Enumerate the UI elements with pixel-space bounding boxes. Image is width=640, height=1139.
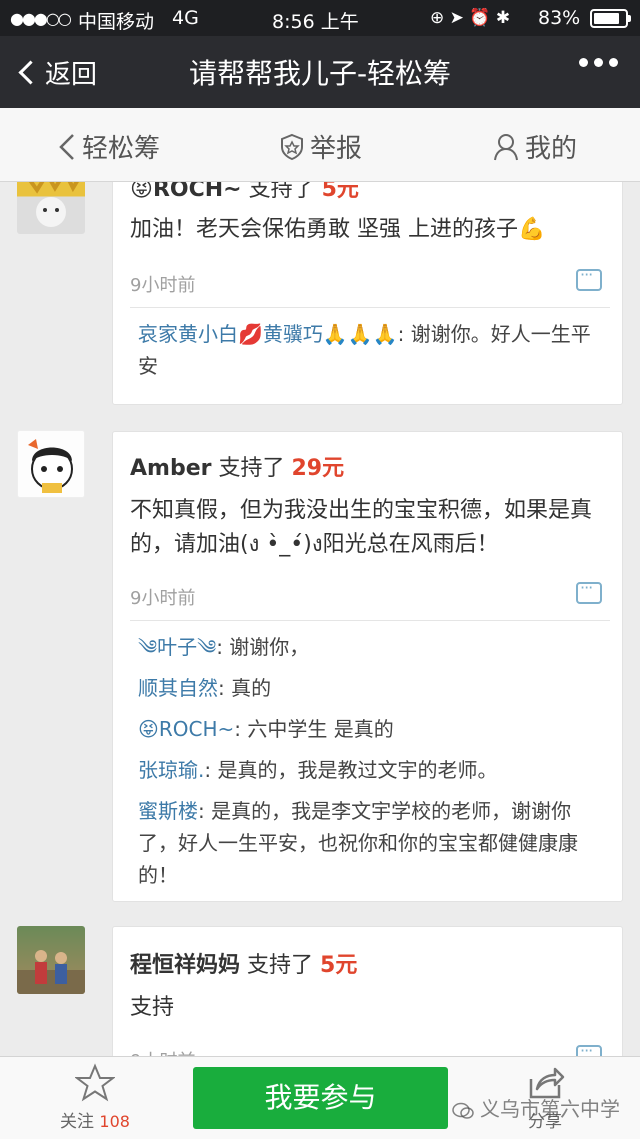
support-message: 不知真假，但为我没出生的宝宝积德，如果是真的，请加油(ง •̀_•́)ง阳光总在… (130, 498, 593, 557)
reply-item[interactable]: 😝ROCH~: 六中学生 是真的 (138, 713, 608, 745)
report-button[interactable]: 举报 (280, 128, 362, 165)
reply-text: : 真的 (218, 676, 272, 700)
reply-item[interactable]: 张琼瑜.: 是真的，我是教过文宇的老师。 (138, 754, 608, 786)
reply-item[interactable]: ༄叶子༄: 谢谢你， (138, 631, 608, 663)
signal-strength: ●●●○○ (10, 9, 72, 28)
post-time: 9小时前 (130, 1047, 195, 1056)
secondary-toolbar: 轻松筹 举报 我的 (0, 108, 640, 182)
chevron-left-icon (59, 133, 74, 160)
reply-author[interactable]: 蜜斯楼 (138, 799, 198, 823)
support-card: 程恒祥妈妈 支持了 5元 支持 9小时前 (112, 926, 623, 1056)
supporter-emoji: 😝 (130, 182, 153, 202)
supporter-name[interactable]: Amber (130, 456, 211, 481)
reply-text: : 谢谢你， (216, 635, 310, 659)
comment-button[interactable] (576, 265, 602, 291)
avatar[interactable] (17, 430, 85, 498)
dot-icon (609, 58, 618, 67)
back-button[interactable]: 返回 (18, 54, 97, 91)
avatar-image (17, 950, 85, 994)
mine-label: 我的 (525, 134, 578, 164)
reply-list: ༄叶子༄: 谢谢你， 顺其自然: 真的 😝ROCH~: 六中学生 是真的 张琼瑜… (130, 620, 610, 890)
chevron-left-icon (18, 60, 43, 85)
nav-bar: 返回 请帮帮我儿子-轻松筹 (0, 36, 640, 108)
reply-author[interactable]: 哀家黄小白💋黄骥巧🙏🙏🙏 (138, 322, 398, 346)
supporter-name[interactable]: ROCH~ (153, 182, 242, 202)
reply-list: 哀家黄小白💋黄骥巧🙏🙏🙏: 谢谢你。好人一生平安 (130, 307, 610, 399)
page-title: 请帮帮我儿子-轻松筹 (188, 57, 452, 90)
avatar[interactable] (17, 926, 85, 994)
bottom-action-bar: 关注 108 我要参与 分享 义乌市第六中学 (0, 1056, 640, 1139)
support-message: 加油！老天会保佑勇敢 坚强 上进的孩子💪 (130, 217, 546, 242)
reply-text: : 是真的，我是李文宇学校的老师，谢谢你了，好人一生平安，也祝你和你的宝宝都健健… (138, 799, 578, 887)
post-time: 9小时前 (130, 275, 196, 296)
watermark: 义乌市第六中学 (451, 1093, 620, 1122)
support-action: 支持了 (218, 456, 285, 481)
support-action: 支持了 (248, 182, 315, 202)
reply-author[interactable]: 😝ROCH~ (138, 717, 234, 741)
carrier-name: 中国移动 (78, 11, 155, 33)
support-action: 支持了 (247, 953, 314, 978)
back-label: 返回 (45, 60, 98, 90)
reply-text: : 六中学生 是真的 (234, 717, 394, 741)
reply-item[interactable]: 哀家黄小白💋黄骥巧🙏🙏🙏: 谢谢你。好人一生平安 (138, 318, 608, 382)
join-button[interactable]: 我要参与 (193, 1067, 448, 1129)
supporter-name[interactable]: 程恒祥妈妈 (130, 953, 240, 978)
wechat-icon (451, 1102, 474, 1119)
support-header: Amber 支持了 29元 (130, 450, 344, 482)
follow-label: 关注 (60, 1112, 95, 1132)
reply-text: : 是真的，我是教过文宇的老师。 (204, 758, 498, 782)
support-amount: 29元 (291, 456, 345, 481)
star-icon (74, 1063, 116, 1102)
post-time: 9小时前 (130, 588, 196, 609)
brand-home-link[interactable]: 轻松筹 (58, 128, 160, 165)
reply-author[interactable]: ༄叶子༄ (138, 635, 216, 659)
report-label: 举报 (310, 134, 363, 164)
brand-label: 轻松筹 (82, 134, 161, 164)
mine-button[interactable]: 我的 (493, 128, 577, 165)
reply-item[interactable]: 蜜斯楼: 是真的，我是李文宇学校的老师，谢谢你了，好人一生平安，也祝你和你的宝宝… (138, 795, 608, 891)
follow-button[interactable]: 关注 108 (55, 1063, 135, 1132)
support-message: 支持 (130, 995, 175, 1020)
comment-button[interactable] (576, 1041, 602, 1056)
reply-author[interactable]: 顺其自然 (138, 676, 218, 700)
watermark-text: 义乌市第六中学 (480, 1097, 620, 1121)
shield-icon (281, 133, 303, 160)
support-card: Amber 支持了 29元 不知真假，但为我没出生的宝宝积德，如果是真的，请加油… (112, 431, 623, 902)
support-amount: 5元 (321, 182, 359, 202)
status-icons: ⊕ ➤ ⏰ ✱ (430, 8, 511, 28)
support-header: 😝ROCH~ 支持了 5元 (130, 182, 359, 203)
support-card: 😝ROCH~ 支持了 5元 加油！老天会保佑勇敢 坚强 上进的孩子💪 9小时前 … (112, 182, 623, 405)
status-bar: ●●●○○ 中国移动 4G 8:56 上午 ⊕ ➤ ⏰ ✱ 83% (0, 0, 640, 36)
reply-author[interactable]: 张琼瑜. (138, 758, 204, 782)
dot-icon (579, 58, 588, 67)
status-time: 8:56 上午 (272, 11, 359, 33)
network-type: 4G (172, 7, 199, 29)
battery-level-fill (594, 13, 619, 24)
user-icon (494, 133, 518, 160)
battery-percent: 83% (538, 7, 581, 29)
avatar[interactable] (17, 182, 85, 234)
battery-icon (590, 9, 631, 28)
support-header: 程恒祥妈妈 支持了 5元 (130, 947, 357, 979)
avatar-image (28, 439, 73, 493)
support-feed[interactable]: 😝ROCH~ 支持了 5元 加油！老天会保佑勇敢 坚强 上进的孩子💪 9小时前 … (0, 182, 640, 1056)
support-amount: 5元 (320, 953, 358, 978)
avatar-image (28, 182, 79, 227)
reply-item[interactable]: 顺其自然: 真的 (138, 672, 608, 704)
more-options-button[interactable] (579, 58, 618, 67)
dot-icon (594, 58, 603, 67)
comment-button[interactable] (576, 578, 602, 604)
follow-count: 108 (99, 1112, 130, 1131)
